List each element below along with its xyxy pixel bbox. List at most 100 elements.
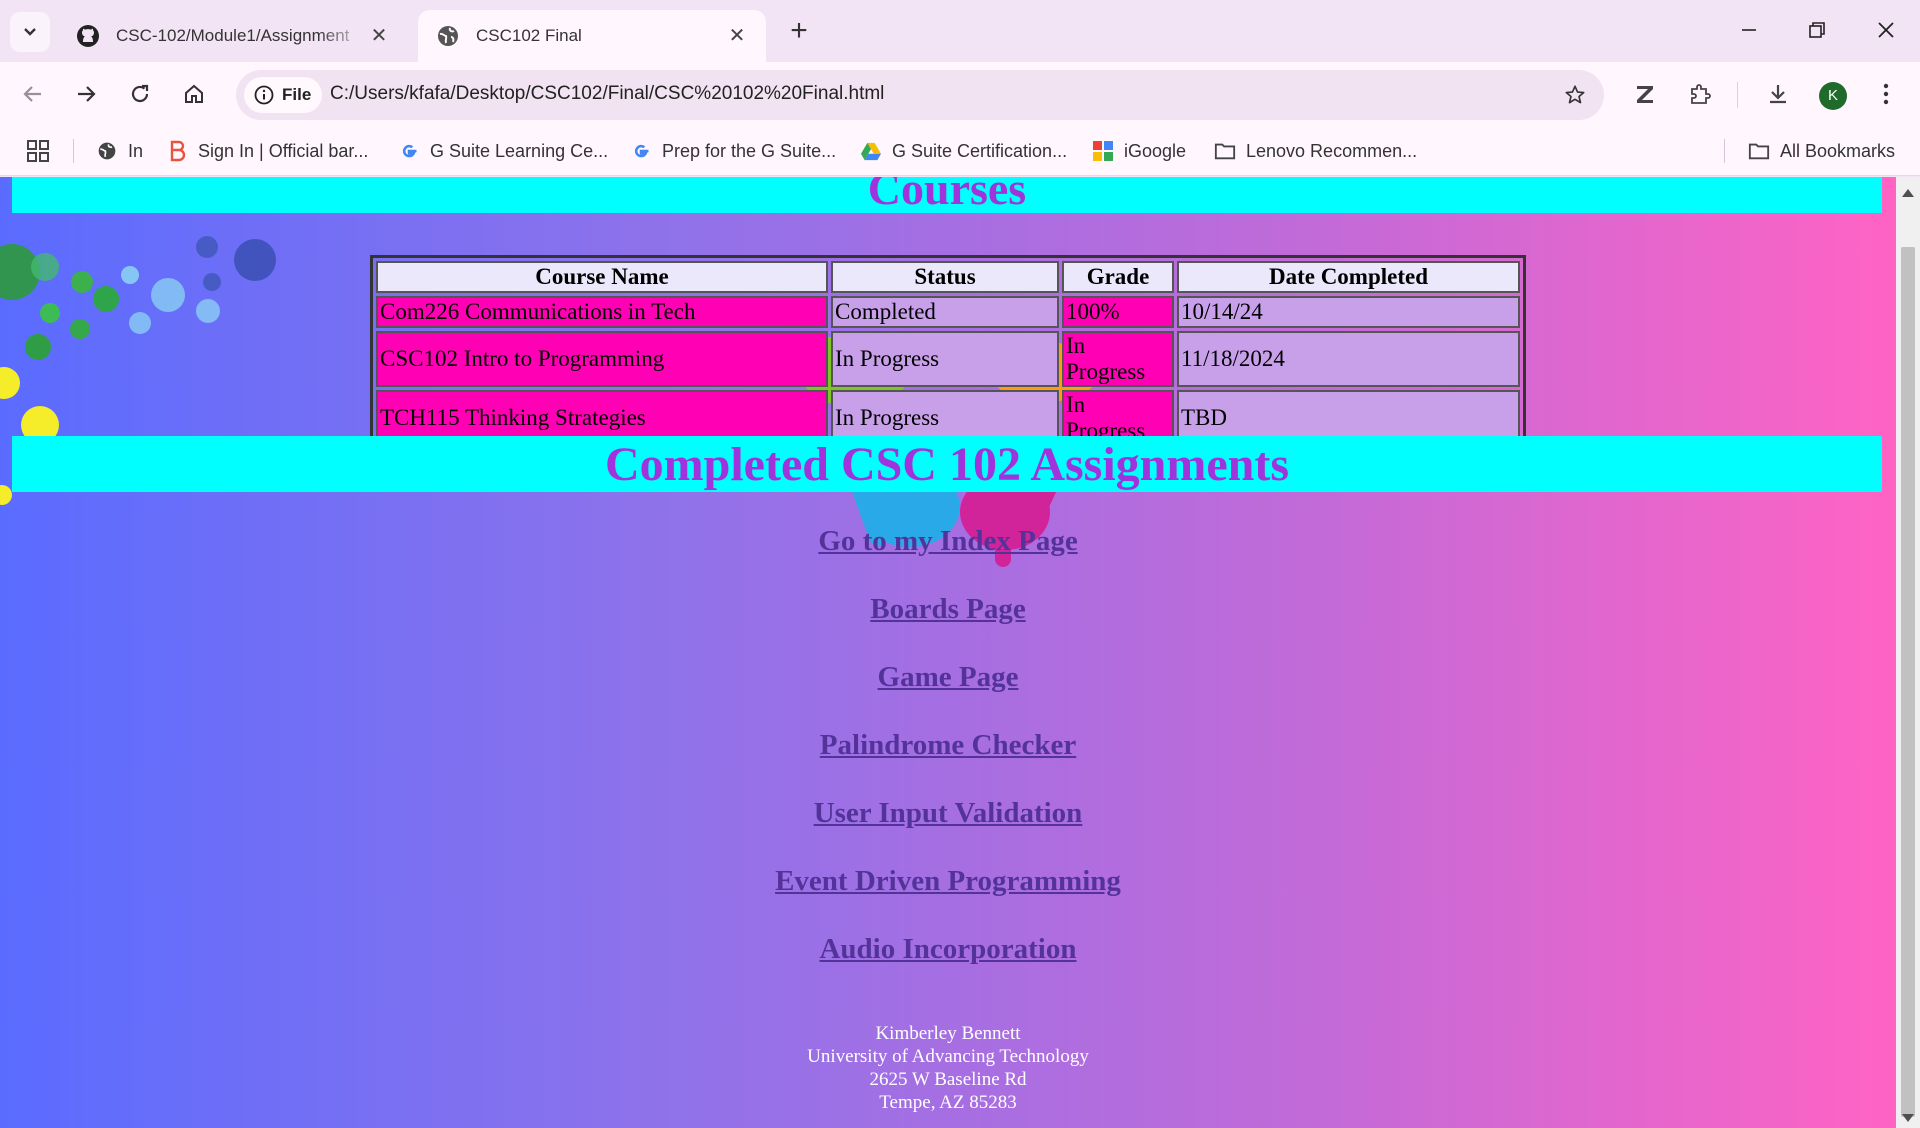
folder-icon — [1748, 140, 1770, 162]
all-bookmarks-button[interactable]: All Bookmarks — [1748, 138, 1895, 164]
bookmark-label: Prep for the G Suite... — [662, 140, 837, 161]
home-button[interactable] — [174, 74, 214, 114]
footer-name: Kimberley Bennett — [875, 1023, 1021, 1044]
back-button[interactable] — [13, 74, 53, 114]
apps-grid-icon — [27, 140, 49, 162]
drive-icon — [860, 140, 882, 162]
bookmark-label: Lenovo Recommen... — [1246, 140, 1418, 161]
tab-github[interactable]: CSC-102/Module1/Assignment ✕ — [58, 10, 408, 62]
bookmark-item[interactable]: Sign In | Official bar... — [166, 138, 368, 164]
bookmark-label: G Suite Learning Ce... — [430, 140, 609, 161]
extensions-button[interactable] — [1680, 74, 1720, 114]
site-info-chip[interactable]: File — [244, 77, 322, 113]
grade-cell: In Progress — [1062, 331, 1174, 387]
minimize-button[interactable] — [1724, 10, 1774, 50]
info-icon — [254, 85, 274, 105]
google-icon — [398, 140, 420, 162]
puzzle-icon — [1691, 84, 1711, 104]
download-icon — [1770, 85, 1786, 104]
scroll-up-arrow-icon[interactable] — [1902, 189, 1914, 197]
google-icon — [630, 140, 652, 162]
bookmark-star-button[interactable] — [1558, 78, 1592, 112]
assignments-heading: Completed CSC 102 Assignments — [12, 436, 1882, 492]
reload-button[interactable] — [120, 74, 160, 114]
new-tab-button[interactable]: + — [782, 16, 816, 50]
status-cell: In Progress — [831, 331, 1059, 387]
grade-cell: 100% — [1062, 296, 1174, 328]
status-cell: Completed — [831, 296, 1059, 328]
tab-search-button[interactable] — [10, 12, 50, 52]
link-event-driven-programming[interactable]: Event Driven Programming — [775, 857, 1121, 925]
bookmark-item[interactable]: Prep for the G Suite... — [630, 138, 836, 164]
bookmark-label: In — [128, 140, 144, 161]
link-boards-page[interactable]: Boards Page — [870, 585, 1025, 653]
footer-city: Tempe, AZ 85283 — [879, 1092, 1017, 1113]
link-palindrome-checker[interactable]: Palindrome Checker — [820, 721, 1076, 789]
course-name-cell: Com226 Communications in Tech — [376, 296, 828, 328]
close-icon — [1878, 22, 1894, 38]
chevron-down-icon — [24, 28, 36, 36]
column-header: Course Name — [376, 261, 828, 293]
assignment-links: Go to my Index Page Boards Page Game Pag… — [0, 517, 1896, 993]
restore-button[interactable] — [1792, 10, 1842, 50]
close-tab-icon[interactable]: ✕ — [368, 25, 390, 47]
back-arrow-icon — [23, 86, 41, 102]
bookmark-item[interactable]: In — [96, 138, 143, 164]
close-window-button[interactable] — [1861, 10, 1911, 50]
barbri-icon — [166, 140, 188, 162]
forward-button[interactable] — [66, 74, 106, 114]
bookmark-item[interactable]: G Suite Learning Ce... — [398, 138, 608, 164]
bookmarks-bar: In Sign In | Official bar... G Suite Lea… — [0, 126, 1920, 176]
table-row: Com226 Communications in Tech Completed … — [376, 296, 1520, 328]
home-icon — [185, 84, 203, 103]
site-chip-label: File — [282, 85, 312, 104]
bookmark-item[interactable]: iGoogle — [1092, 138, 1186, 164]
tab-title: CSC-102/Module1/Assignment — [116, 26, 350, 45]
link-game-page[interactable]: Game Page — [878, 653, 1019, 721]
forward-arrow-icon — [78, 86, 96, 102]
bookmark-separator — [73, 139, 74, 163]
tab-csc102-final[interactable]: CSC102 Final ✕ — [418, 10, 766, 62]
folder-icon — [1214, 140, 1236, 162]
courses-heading: Courses — [12, 177, 1882, 213]
more-vert-icon — [1883, 83, 1889, 105]
footer-street: 2625 W Baseline Rd — [869, 1069, 1027, 1090]
footer-school: University of Advancing Technology — [807, 1046, 1089, 1067]
browser-toolbar: File C:/Users/kfafa/Desktop/CSC102/Final… — [0, 62, 1920, 126]
table-header-row: Course Name Status Grade Date Completed — [376, 261, 1520, 293]
zotero-icon — [1637, 86, 1653, 103]
address-bar[interactable]: File C:/Users/kfafa/Desktop/CSC102/Final… — [236, 70, 1604, 120]
apps-button[interactable] — [26, 138, 50, 164]
scroll-down-arrow-icon[interactable] — [1902, 1114, 1914, 1122]
restore-icon — [1809, 22, 1825, 38]
github-icon — [77, 25, 99, 47]
bookmark-label: G Suite Certification... — [892, 140, 1068, 161]
zotero-extension-button[interactable] — [1625, 74, 1665, 114]
browser-menu-button[interactable] — [1866, 74, 1906, 114]
close-tab-icon[interactable]: ✕ — [726, 25, 748, 47]
link-user-input-validation[interactable]: User Input Validation — [814, 789, 1083, 857]
tab-title: CSC102 Final — [476, 26, 582, 45]
table-row: CSC102 Intro to Programming In Progress … — [376, 331, 1520, 387]
link-index-page[interactable]: Go to my Index Page — [818, 517, 1077, 585]
course-name-cell: CSC102 Intro to Programming — [376, 331, 828, 387]
bookmark-item[interactable]: Lenovo Recommen... — [1214, 138, 1417, 164]
page-viewport: Courses Course Name Status Grade Date Co… — [0, 177, 1896, 1128]
profile-avatar[interactable]: K — [1819, 82, 1847, 110]
page-footer: Kimberley Bennett University of Advancin… — [0, 1022, 1896, 1114]
column-header: Status — [831, 261, 1059, 293]
bookmark-item[interactable]: G Suite Certification... — [860, 138, 1067, 164]
reload-icon — [131, 84, 149, 103]
link-audio-incorporation[interactable]: Audio Incorporation — [819, 925, 1076, 993]
bookmark-separator — [1724, 139, 1725, 163]
scroll-thumb[interactable] — [1901, 247, 1915, 1117]
star-icon — [1565, 85, 1585, 104]
toolbar-divider — [1737, 82, 1738, 108]
globe-icon — [438, 26, 458, 46]
vertical-scrollbar[interactable] — [1896, 177, 1920, 1128]
date-cell: 11/18/2024 — [1177, 331, 1520, 387]
downloads-button[interactable] — [1758, 74, 1798, 114]
url-text[interactable]: C:/Users/kfafa/Desktop/CSC102/Final/CSC%… — [330, 83, 884, 105]
globe-icon — [96, 140, 118, 162]
igoogle-icon — [1092, 140, 1114, 162]
